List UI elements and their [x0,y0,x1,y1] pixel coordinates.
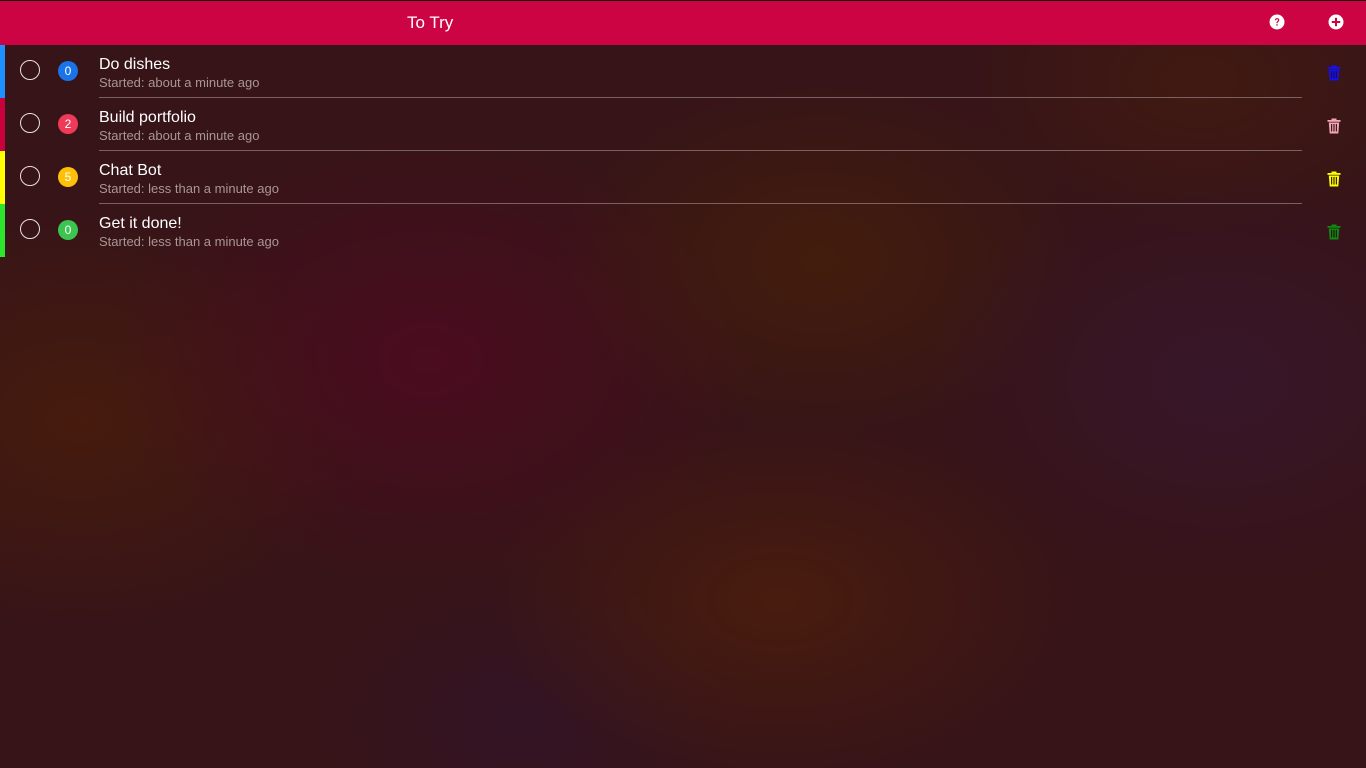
complete-checkbox[interactable] [20,60,40,80]
task-row[interactable]: 5 Chat Bot Started: less than a minute a… [0,151,1366,204]
task-list: 0 Do dishes Started: about a minute ago … [0,45,1366,257]
color-stripe [0,45,5,98]
top-bar: To Try [0,0,1366,45]
task-name[interactable]: Do dishes [99,55,170,74]
task-row[interactable]: 0 Do dishes Started: about a minute ago [0,45,1366,98]
color-stripe [0,98,5,151]
trash-icon[interactable] [1327,118,1341,134]
task-started: Started: less than a minute ago [99,234,279,249]
task-row[interactable]: 0 Get it done! Started: less than a minu… [0,204,1366,257]
complete-checkbox[interactable] [20,219,40,239]
list-title: To Try [407,13,454,32]
help-icon[interactable] [1269,14,1285,30]
count-badge: 0 [58,220,78,240]
task-started: Started: about a minute ago [99,75,260,90]
count-badge: 2 [58,114,78,134]
count-badge: 0 [58,61,78,81]
complete-checkbox[interactable] [20,113,40,133]
count-badge: 5 [58,167,78,187]
trash-icon[interactable] [1327,171,1341,187]
task-name[interactable]: Chat Bot [99,161,161,180]
task-started: Started: less than a minute ago [99,181,279,196]
add-task-icon[interactable] [1328,14,1344,30]
trash-icon[interactable] [1327,224,1341,240]
trash-icon[interactable] [1327,65,1341,81]
complete-checkbox[interactable] [20,166,40,186]
color-stripe [0,151,5,204]
task-name[interactable]: Build portfolio [99,108,196,127]
task-row[interactable]: 2 Build portfolio Started: about a minut… [0,98,1366,151]
color-stripe [0,204,5,257]
task-started: Started: about a minute ago [99,128,260,143]
task-name[interactable]: Get it done! [99,214,182,233]
